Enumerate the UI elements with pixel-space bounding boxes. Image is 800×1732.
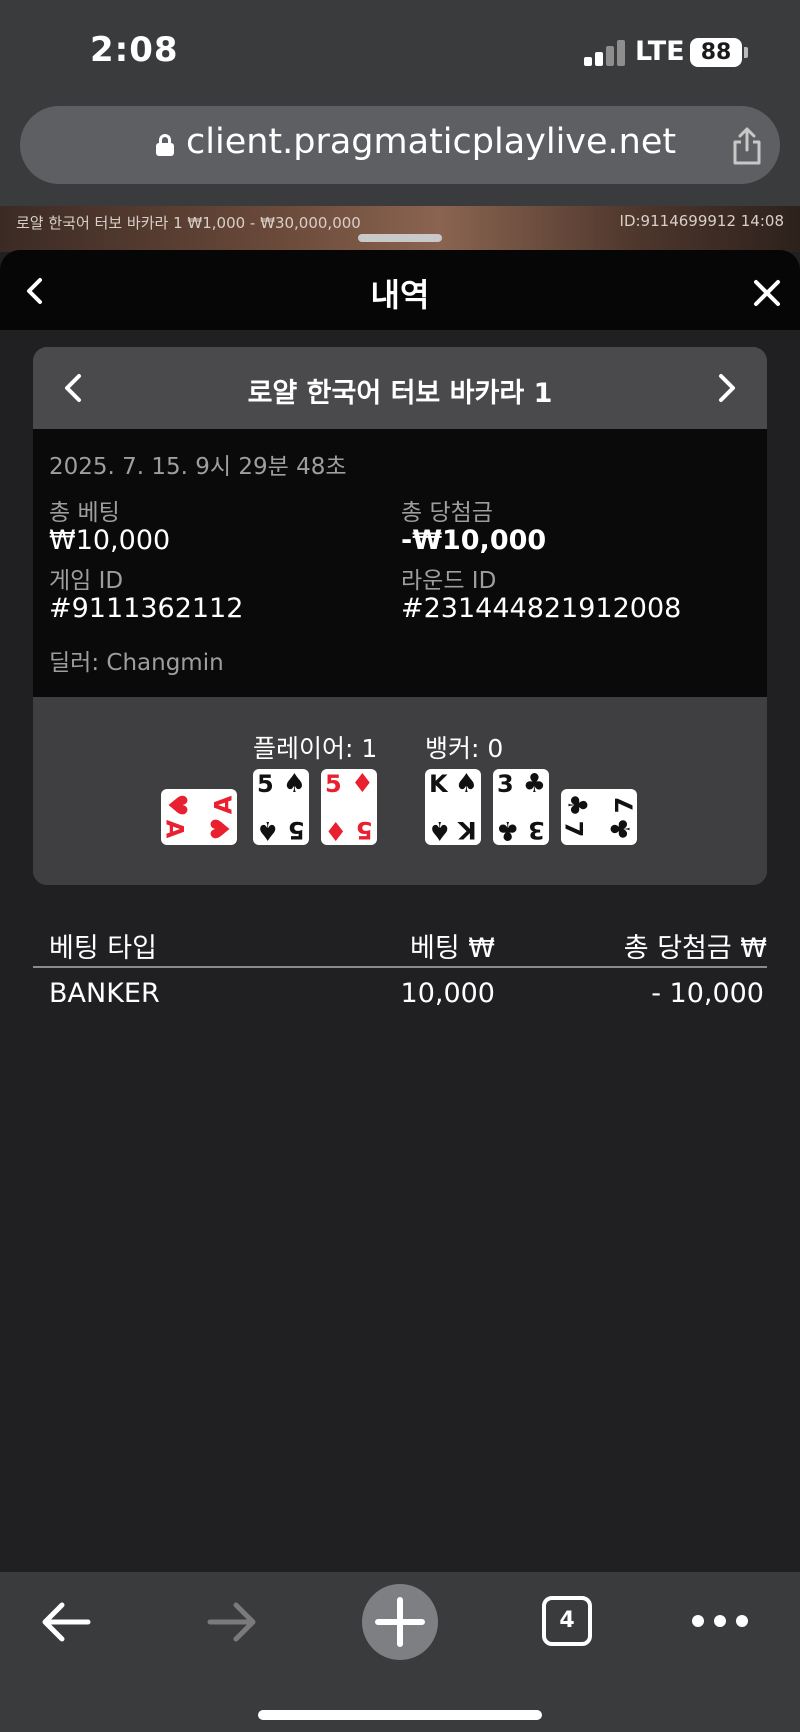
banker-card-1: 3 ♣ ♣ 3 bbox=[493, 769, 549, 845]
forward-arrow-icon[interactable] bbox=[204, 1594, 260, 1650]
dealer-name: 딜러: Changmin bbox=[49, 650, 224, 676]
sheet-title: 내역 bbox=[370, 276, 430, 314]
col-total-win: 총 당첨금 ₩ bbox=[623, 933, 767, 964]
round-info: 2025. 7. 15. 9시 29분 48초 총 베팅 ₩10,000 총 당… bbox=[33, 429, 767, 697]
new-tab-button[interactable] bbox=[362, 1584, 438, 1660]
signal-icon bbox=[584, 40, 626, 66]
round-id-label: 라운드 ID bbox=[401, 568, 497, 594]
game-id-value: #9111362112 bbox=[49, 593, 244, 624]
next-game-icon[interactable] bbox=[715, 371, 739, 405]
bet-table-header: 베팅 타입 베팅 ₩ 총 당첨금 ₩ bbox=[33, 920, 767, 968]
round-date: 2025. 7. 15. 9시 29분 48초 bbox=[49, 454, 347, 480]
player-card-2: 5 ♦ ♦ 5 bbox=[321, 769, 377, 845]
plus-icon bbox=[375, 1597, 425, 1647]
history-sheet: 내역 로얄 한국어 터보 바카라 1 2025. 7. 15. 9시 29분 4… bbox=[0, 250, 800, 1572]
bg-game-id: ID:9114699912 14:08 bbox=[619, 212, 784, 230]
lock-icon bbox=[156, 134, 174, 156]
game-title: 로얄 한국어 터보 바카라 1 bbox=[247, 378, 553, 409]
status-time: 2:08 bbox=[90, 30, 179, 70]
status-bar: 2:08 LTE 88 bbox=[0, 0, 800, 100]
sheet-header: 내역 bbox=[0, 250, 800, 330]
address-bar[interactable]: client.pragmaticplaylive.net bbox=[20, 106, 780, 184]
total-bet-value: ₩10,000 bbox=[49, 525, 171, 556]
total-bet-label: 총 베팅 bbox=[49, 500, 120, 526]
bg-table-info: 로얄 한국어 터보 바카라 1 ₩1,000 - ₩30,000,000 bbox=[16, 214, 361, 232]
total-win-label: 총 당첨금 bbox=[401, 500, 493, 526]
banker-score: 뱅커: 0 bbox=[425, 734, 504, 763]
url-text[interactable]: client.pragmaticplaylive.net bbox=[186, 122, 676, 162]
round-id-value: #231444821912008 bbox=[401, 593, 682, 624]
background-game-strip: 로얄 한국어 터보 바카라 1 ₩1,000 - ₩30,000,000 ID:… bbox=[0, 206, 800, 252]
hands-section: 플레이어: 1 뱅커: 0 A ♥ ♥ A 5 ♠ ♠ 5 5 ♦ ♦ 5 K ♠ ♠ K 3 ♣ ♣ 3 7 ♣ ♣ 7 bbox=[33, 697, 767, 885]
tabs-button[interactable]: 4 bbox=[542, 1596, 592, 1646]
share-icon[interactable] bbox=[730, 126, 764, 166]
game-id-label: 게임 ID bbox=[49, 568, 124, 594]
game-nav-header: 로얄 한국어 터보 바카라 1 bbox=[33, 347, 767, 429]
more-icon[interactable] bbox=[690, 1606, 750, 1636]
back-arrow-icon[interactable] bbox=[38, 1594, 94, 1650]
sheet-grabber[interactable] bbox=[358, 234, 442, 242]
close-icon[interactable] bbox=[750, 276, 784, 310]
total-win-value: -₩10,000 bbox=[401, 525, 547, 556]
cell-bet-type: BANKER bbox=[49, 978, 160, 1009]
banker-card-0: K ♠ ♠ K bbox=[425, 769, 481, 845]
browser-address-area: client.pragmaticplaylive.net bbox=[0, 100, 800, 206]
cell-bet-amount: 10,000 bbox=[400, 978, 495, 1009]
battery-tip bbox=[744, 47, 748, 58]
player-score: 플레이어: 1 bbox=[253, 734, 378, 763]
player-card-0: A ♥ ♥ A bbox=[160, 789, 238, 845]
table-row: BANKER 10,000 - 10,000 bbox=[33, 970, 767, 1020]
player-card-1: 5 ♠ ♠ 5 bbox=[253, 769, 309, 845]
network-type: LTE bbox=[635, 36, 685, 67]
cell-total-win: - 10,000 bbox=[651, 978, 764, 1009]
round-detail-card: 로얄 한국어 터보 바카라 1 2025. 7. 15. 9시 29분 48초 … bbox=[33, 347, 767, 885]
col-bet-type: 베팅 타입 bbox=[49, 933, 157, 964]
tabs-count: 4 bbox=[559, 1608, 575, 1633]
battery-icon: 88 bbox=[690, 38, 742, 67]
browser-toolbar: 4 bbox=[0, 1572, 800, 1732]
home-indicator bbox=[258, 1710, 542, 1720]
col-bet-amount: 베팅 ₩ bbox=[410, 933, 495, 964]
banker-card-2: 7 ♣ ♣ 7 bbox=[559, 789, 639, 845]
